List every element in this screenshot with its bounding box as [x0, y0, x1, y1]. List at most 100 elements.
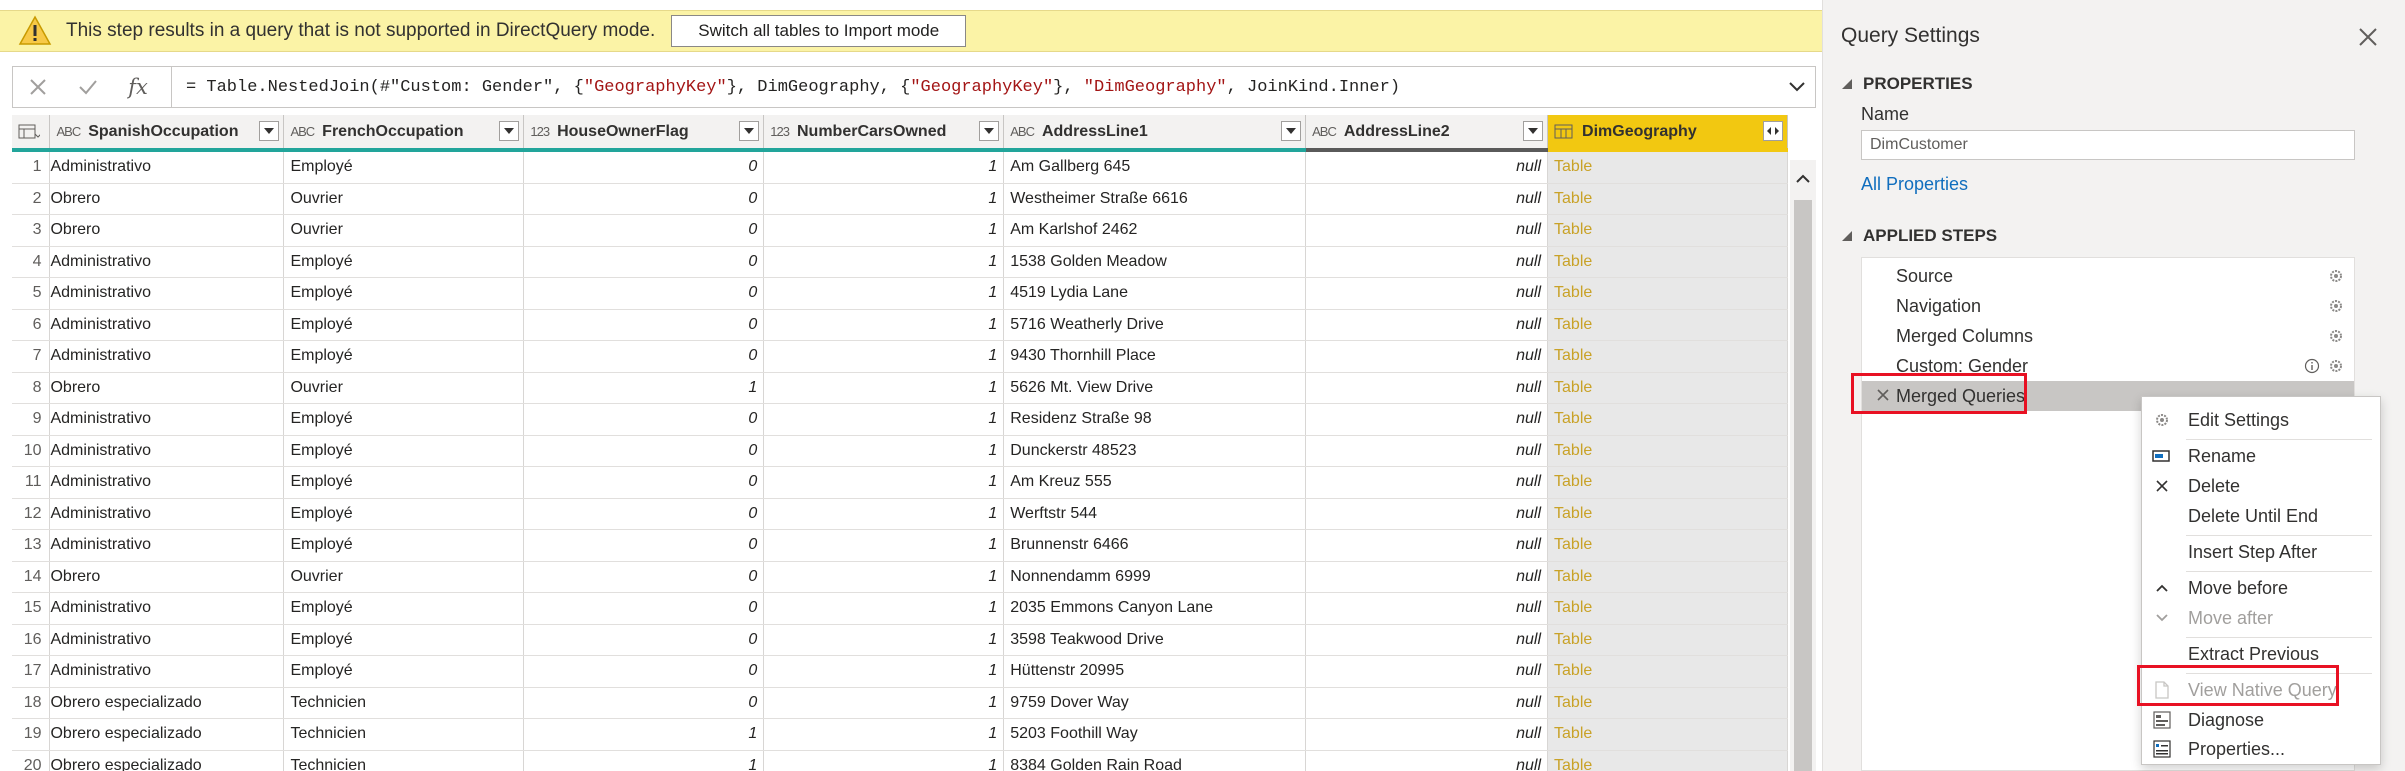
- scrollbar-thumb[interactable]: [1794, 200, 1812, 771]
- filter-dropdown-icon[interactable]: [1281, 121, 1302, 141]
- cell-addressline1[interactable]: 3598 Teakwood Drive: [1003, 624, 1307, 656]
- cell-spanishoccupation[interactable]: Obrero: [49, 561, 285, 593]
- table-row[interactable]: 4 Administrativo Employé 0 1 1538 Golden Mead…: [12, 246, 1788, 278]
- cell-spanishoccupation[interactable]: Administrativo: [49, 466, 285, 499]
- info-icon[interactable]: [2304, 358, 2320, 374]
- cell-numbercarsowned[interactable]: 1: [763, 592, 1005, 625]
- cell-dimgeography-link[interactable]: Table: [1547, 750, 1788, 771]
- table-row[interactable]: 2 Obrero Ouvrier 0 1 Westheimer Straße 6616 nu…: [12, 183, 1788, 215]
- cell-numbercarsowned[interactable]: 1: [763, 655, 1005, 688]
- cell-spanishoccupation[interactable]: Administrativo: [49, 624, 285, 656]
- table-row[interactable]: 6 Administrativo Employé 0 1 5716 Weatherly D…: [12, 309, 1788, 341]
- fx-icon[interactable]: fx: [113, 67, 163, 107]
- cell-houseownerflag[interactable]: 0: [523, 498, 765, 530]
- cell-addressline2[interactable]: null: [1305, 592, 1549, 625]
- cell-addressline1[interactable]: Brunnenstr 6466: [1003, 529, 1307, 562]
- cell-addressline2[interactable]: null: [1305, 372, 1549, 404]
- cell-frenchoccupation[interactable]: Employé: [283, 277, 525, 310]
- cell-houseownerflag[interactable]: 1: [523, 718, 765, 751]
- cell-numbercarsowned[interactable]: 1: [763, 624, 1005, 656]
- cell-frenchoccupation[interactable]: Employé: [283, 466, 525, 499]
- cell-frenchoccupation[interactable]: Employé: [283, 150, 525, 184]
- cell-addressline1[interactable]: 8384 Golden Rain Road: [1003, 750, 1307, 771]
- menu-item-diagnose[interactable]: Diagnose: [2142, 706, 2380, 734]
- menu-item-move-before[interactable]: Move before: [2142, 574, 2380, 602]
- cell-addressline1[interactable]: 5626 Mt. View Drive: [1003, 372, 1307, 404]
- cell-addressline2[interactable]: null: [1305, 435, 1549, 467]
- cell-spanishoccupation[interactable]: Administrativo: [49, 309, 285, 341]
- menu-item-rename[interactable]: Rename: [2142, 442, 2380, 470]
- table-row[interactable]: 15 Administrativo Employé 0 1 2035 Emmons Can…: [12, 592, 1788, 625]
- cell-frenchoccupation[interactable]: Employé: [283, 340, 525, 373]
- cell-houseownerflag[interactable]: 0: [523, 309, 765, 341]
- cell-dimgeography-link[interactable]: Table: [1547, 372, 1788, 404]
- table-row[interactable]: 9 Administrativo Employé 0 1 Residenz Straße …: [12, 403, 1788, 436]
- cell-dimgeography-link[interactable]: Table: [1547, 214, 1788, 247]
- close-icon[interactable]: [2357, 26, 2379, 48]
- cell-addressline1[interactable]: Am Kreuz 555: [1003, 466, 1307, 499]
- filter-dropdown-icon[interactable]: [979, 121, 1000, 141]
- table-row[interactable]: 14 Obrero Ouvrier 0 1 Nonnendamm 6999 null Tabl…: [12, 561, 1788, 593]
- table-menu-corner[interactable]: [12, 115, 51, 152]
- cell-houseownerflag[interactable]: 0: [523, 340, 765, 373]
- cell-numbercarsowned[interactable]: 1: [763, 435, 1005, 467]
- table-row[interactable]: 12 Administrativo Employé 0 1 Werftstr 544 nul…: [12, 498, 1788, 530]
- cell-numbercarsowned[interactable]: 1: [763, 529, 1005, 562]
- cell-addressline1[interactable]: 4519 Lydia Lane: [1003, 277, 1307, 310]
- cell-numbercarsowned[interactable]: 1: [763, 750, 1005, 771]
- menu-item-insert-step-after[interactable]: Insert Step After: [2142, 538, 2380, 566]
- cell-dimgeography-link[interactable]: Table: [1547, 529, 1788, 562]
- cell-addressline1[interactable]: 5716 Weatherly Drive: [1003, 309, 1307, 341]
- cell-houseownerflag[interactable]: 0: [523, 183, 765, 215]
- cell-numbercarsowned[interactable]: 1: [763, 214, 1005, 247]
- gear-icon[interactable]: [2328, 298, 2344, 314]
- cell-dimgeography-link[interactable]: Table: [1547, 624, 1788, 656]
- cell-addressline2[interactable]: null: [1305, 750, 1549, 771]
- cell-dimgeography-link[interactable]: Table: [1547, 340, 1788, 373]
- cell-dimgeography-link[interactable]: Table: [1547, 309, 1788, 341]
- cell-spanishoccupation[interactable]: Obrero: [49, 372, 285, 404]
- cell-dimgeography-link[interactable]: Table: [1547, 183, 1788, 215]
- cell-spanishoccupation[interactable]: Administrativo: [49, 529, 285, 562]
- cell-addressline2[interactable]: null: [1305, 466, 1549, 499]
- cell-numbercarsowned[interactable]: 1: [763, 561, 1005, 593]
- table-row[interactable]: 18 Obrero especializado Technicien 0 1 9759 D…: [12, 687, 1788, 719]
- cell-addressline2[interactable]: null: [1305, 183, 1549, 215]
- cell-dimgeography-link[interactable]: Table: [1547, 277, 1788, 310]
- cell-spanishoccupation[interactable]: Administrativo: [49, 340, 285, 373]
- cell-dimgeography-link[interactable]: Table: [1547, 655, 1788, 688]
- column-header-frenchoccupation[interactable]: ABC FrenchOccupation: [283, 115, 525, 152]
- table-row[interactable]: 16 Administrativo Employé 0 1 3598 Teakwood D…: [12, 624, 1788, 656]
- filter-dropdown-icon[interactable]: [1523, 121, 1544, 141]
- cell-frenchoccupation[interactable]: Technicien: [283, 718, 525, 751]
- cell-numbercarsowned[interactable]: 1: [763, 309, 1005, 341]
- cell-houseownerflag[interactable]: 0: [523, 277, 765, 310]
- table-row[interactable]: 5 Administrativo Employé 0 1 4519 Lydia Lane n…: [12, 277, 1788, 310]
- table-row[interactable]: 1 Administrativo Employé 0 1 Am Gallberg 645 n…: [12, 150, 1788, 184]
- cell-spanishoccupation[interactable]: Administrativo: [49, 150, 285, 184]
- cell-spanishoccupation[interactable]: Administrativo: [49, 498, 285, 530]
- cell-addressline1[interactable]: Nonnendamm 6999: [1003, 561, 1307, 593]
- table-row[interactable]: 11 Administrativo Employé 0 1 Am Kreuz 555 nul…: [12, 466, 1788, 499]
- table-row[interactable]: 10 Administrativo Employé 0 1 Dunckerstr 4852…: [12, 435, 1788, 467]
- cell-numbercarsowned[interactable]: 1: [763, 687, 1005, 719]
- cell-addressline1[interactable]: Am Karlshof 2462: [1003, 214, 1307, 247]
- cell-dimgeography-link[interactable]: Table: [1547, 246, 1788, 278]
- step-navigation[interactable]: Navigation: [1862, 291, 2354, 321]
- table-row[interactable]: 7 Administrativo Employé 0 1 9430 Thornhill P…: [12, 340, 1788, 373]
- cell-numbercarsowned[interactable]: 1: [763, 183, 1005, 215]
- cell-addressline1[interactable]: Werftstr 544: [1003, 498, 1307, 530]
- column-header-dimgeography[interactable]: DimGeography: [1547, 115, 1788, 152]
- filter-dropdown-icon[interactable]: [739, 121, 760, 141]
- cell-dimgeography-link[interactable]: Table: [1547, 592, 1788, 625]
- cell-numbercarsowned[interactable]: 1: [763, 340, 1005, 373]
- cell-addressline2[interactable]: null: [1305, 340, 1549, 373]
- cell-frenchoccupation[interactable]: Ouvrier: [283, 183, 525, 215]
- cell-addressline2[interactable]: null: [1305, 718, 1549, 751]
- cell-spanishoccupation[interactable]: Obrero especializado: [49, 687, 285, 719]
- cell-frenchoccupation[interactable]: Employé: [283, 655, 525, 688]
- column-header-numbercarsowned[interactable]: 123 NumberCarsOwned: [763, 115, 1005, 152]
- table-row[interactable]: 17 Administrativo Employé 0 1 Hüttenstr 20995…: [12, 655, 1788, 688]
- cell-dimgeography-link[interactable]: Table: [1547, 466, 1788, 499]
- cell-spanishoccupation[interactable]: Obrero: [49, 214, 285, 247]
